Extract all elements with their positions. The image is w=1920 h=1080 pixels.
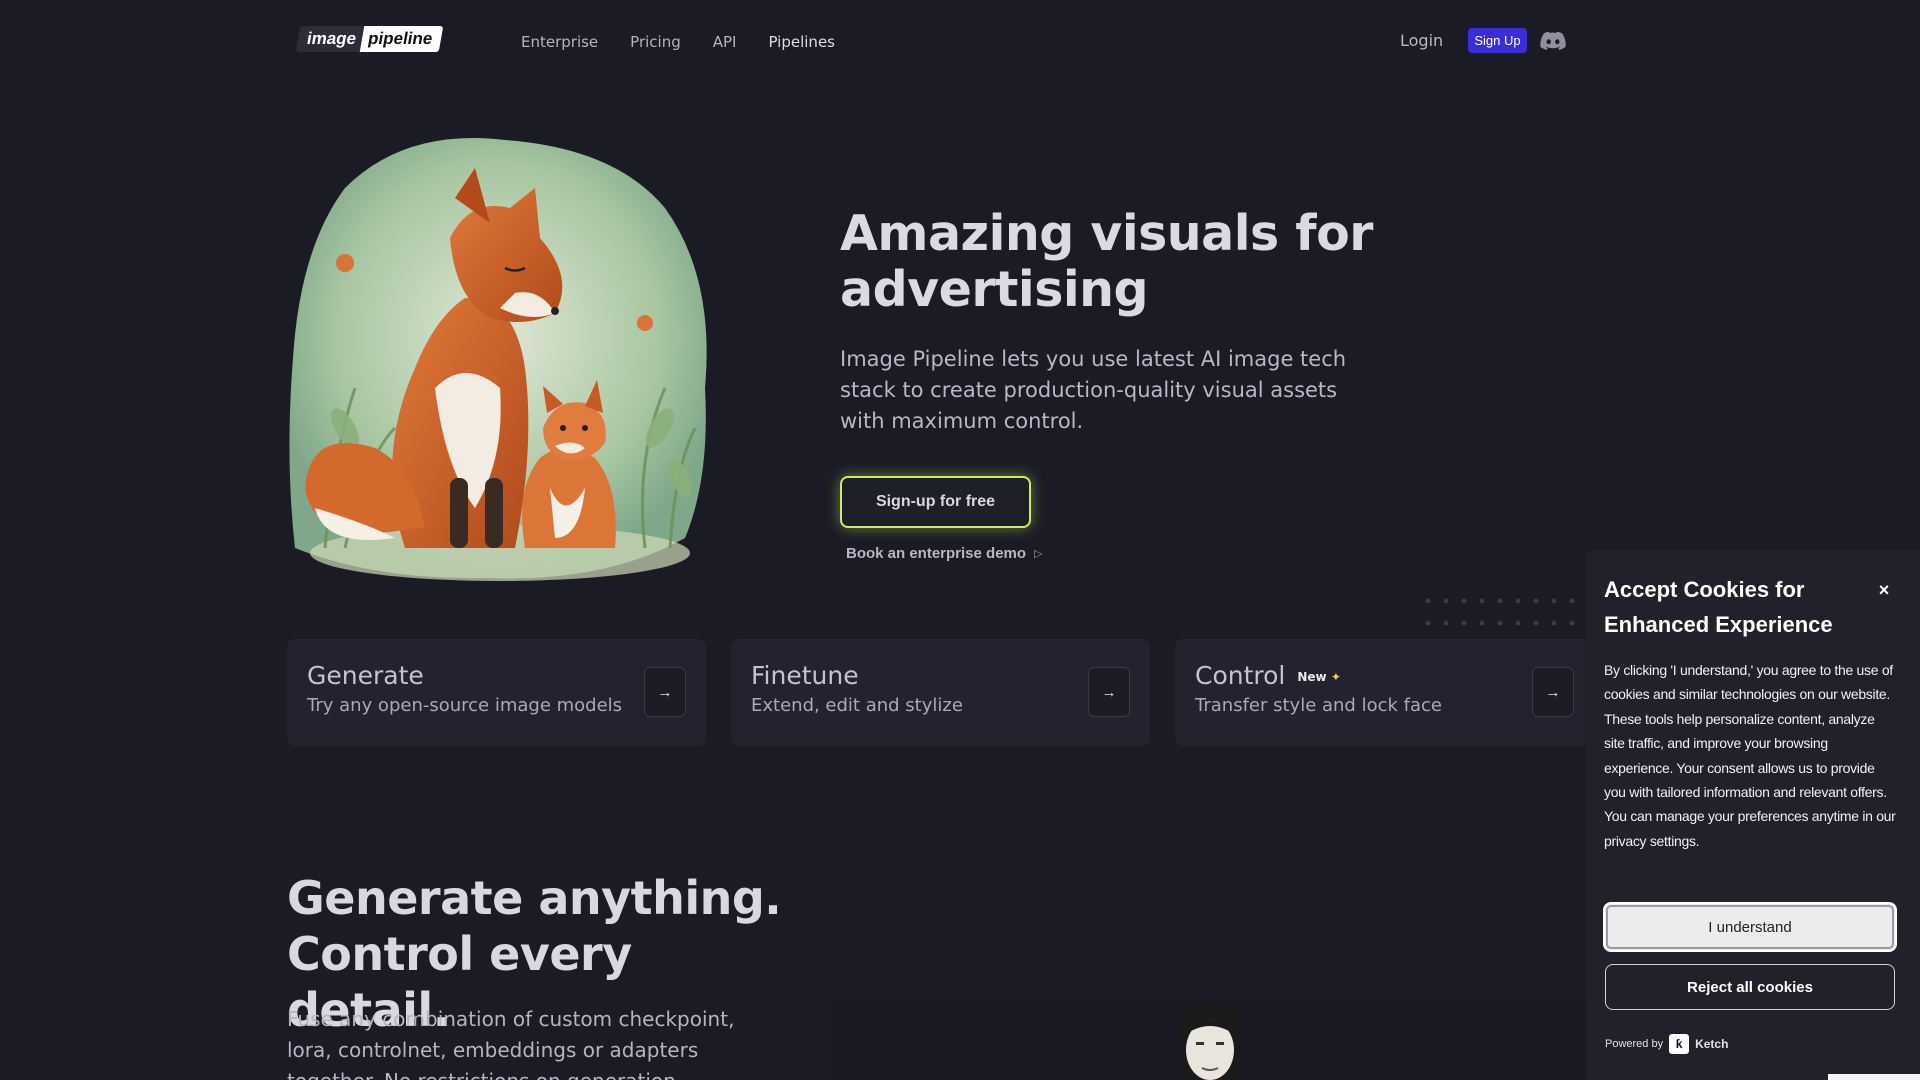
arrow-right-icon[interactable]: → — [1088, 667, 1130, 717]
powered-by[interactable]: Powered by ƙ Ketch — [1605, 1034, 1728, 1054]
nav-link-api[interactable]: API — [713, 33, 737, 51]
login-link[interactable]: Login — [1400, 31, 1443, 50]
card-generate[interactable]: Generate Try any open-source image model… — [287, 639, 706, 746]
play-icon: ▷ — [1034, 548, 1043, 560]
arrow-right-icon[interactable]: → — [644, 667, 686, 717]
logo[interactable]: image pipeline — [295, 26, 444, 52]
card-title: Generate — [307, 661, 424, 690]
nav-links: Enterprise Pricing API Pipelines — [521, 33, 835, 51]
cookie-title: Accept Cookies for Enhanced Experience — [1604, 577, 1833, 637]
enterprise-demo-label: Book an enterprise demo — [846, 545, 1027, 562]
reject-cookies-button[interactable]: Reject all cookies — [1605, 964, 1895, 1010]
section-title-line1: Generate anything. — [287, 871, 782, 925]
logo-text-image: image — [295, 26, 365, 52]
hero-subtitle: Image Pipeline lets you use latest AI im… — [840, 347, 1347, 433]
card-title-text: Control — [1195, 661, 1286, 690]
enterprise-demo-link[interactable]: Book an enterprise demo ▷ — [846, 545, 1043, 562]
nav-link-enterprise[interactable]: Enterprise — [521, 33, 598, 51]
card-control[interactable]: Control New ✦ Transfer style and lock fac… — [1175, 639, 1594, 746]
powered-by-label: Powered by — [1605, 1038, 1664, 1050]
hero-title: Amazing visuals for advertising — [840, 205, 1373, 318]
card-finetune[interactable]: Finetune Extend, edit and stylize → — [731, 639, 1150, 746]
ketch-logo-icon: ƙ — [1669, 1034, 1690, 1054]
nav-link-pipelines[interactable]: Pipelines — [768, 33, 835, 51]
cookie-body: By clicking 'I understand,' you agree to… — [1604, 662, 1896, 849]
sparkle-icon: ✦ — [1330, 670, 1341, 684]
portrait-image — [1179, 1002, 1243, 1080]
new-badge-label: New — [1297, 670, 1327, 684]
section-subtitle: Fuse any combination of custom checkpoin… — [287, 1007, 735, 1080]
corner-widget — [1828, 1074, 1920, 1080]
card-description: Extend, edit and stylize — [751, 695, 963, 716]
cookie-banner: Accept Cookies for Enhanced Experience ×… — [1586, 550, 1920, 1080]
top-nav: image pipeline Enterprise Pricing API Pi… — [0, 0, 1920, 90]
fox-illustration — [289, 138, 707, 581]
close-icon[interactable]: × — [1872, 578, 1896, 602]
signup-free-button[interactable]: Sign-up for free — [840, 476, 1031, 528]
arrow-right-icon[interactable]: → — [1532, 667, 1574, 717]
card-description: Transfer style and lock face — [1195, 695, 1442, 716]
signup-button[interactable]: Sign Up — [1468, 28, 1527, 53]
logo-text-pipeline: pipeline — [359, 26, 444, 52]
ketch-brand: Ketch — [1695, 1037, 1729, 1051]
new-badge: New ✦ — [1297, 670, 1341, 684]
card-title: Finetune — [751, 661, 859, 690]
nav-link-pricing[interactable]: Pricing — [630, 33, 681, 51]
discord-icon[interactable] — [1540, 31, 1566, 51]
card-description: Try any open-source image models — [307, 695, 623, 716]
card-title: Control New ✦ — [1195, 661, 1341, 690]
accept-cookies-button[interactable]: I understand — [1603, 902, 1897, 952]
